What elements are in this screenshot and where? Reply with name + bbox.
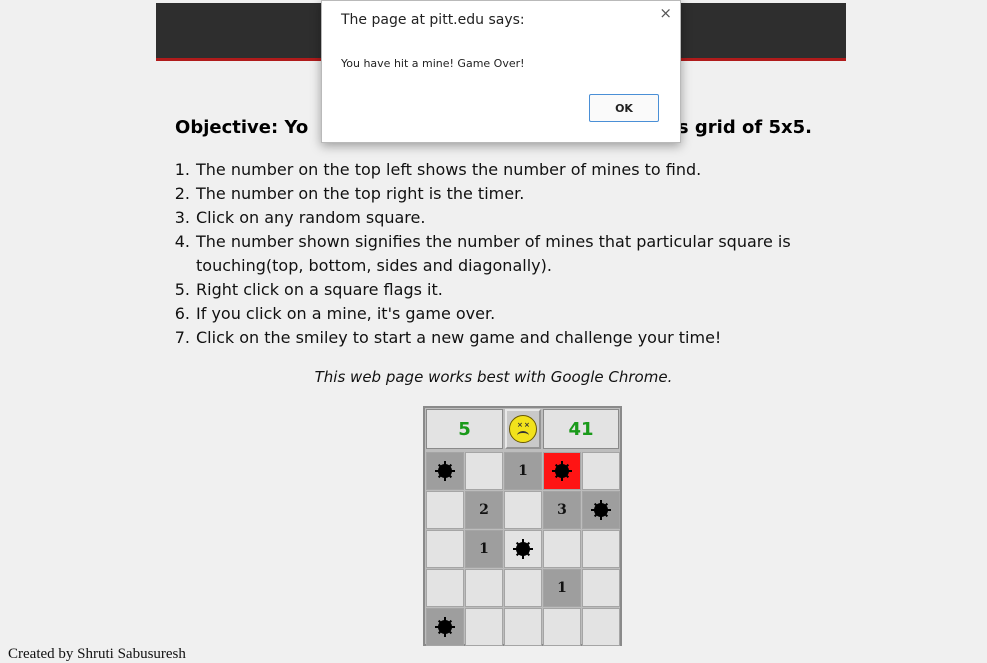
mines-counter: 5 <box>426 409 503 449</box>
ok-button[interactable]: OK <box>589 94 659 122</box>
dialog-title: The page at pitt.edu says: <box>341 12 525 28</box>
rule-number: 4. <box>174 232 190 251</box>
rule-item: 4. The number shown signifies the number … <box>172 230 812 278</box>
grid-cell-hidden[interactable] <box>543 608 581 646</box>
rule-number: 3. <box>174 208 190 227</box>
rule-item: 5. Right click on a square flags it. <box>172 278 812 302</box>
grid-cell-hidden[interactable] <box>426 569 464 607</box>
close-icon[interactable]: × <box>659 4 672 22</box>
grid-cell-hidden[interactable] <box>426 530 464 568</box>
mine-icon <box>591 502 611 518</box>
grid-cell-hidden[interactable] <box>465 608 503 646</box>
grid-cell-hidden[interactable] <box>582 530 620 568</box>
game-topbar: 5 × × 41 <box>426 409 619 449</box>
cell-number: 1 <box>557 580 567 596</box>
cell-number: 3 <box>557 502 567 518</box>
rule-item: 6. If you click on a mine, it's game over… <box>172 302 812 326</box>
browser-note: This web page works best with Google Chr… <box>314 368 673 386</box>
dead-smiley-icon: × × <box>509 415 537 443</box>
minesweeper-board: 5 × × 41 1 2 3 1 1 <box>423 406 622 646</box>
mine-icon <box>435 463 455 479</box>
grid-cell-hidden[interactable] <box>504 569 542 607</box>
cell-number: 1 <box>479 541 489 557</box>
grid-cell-hidden[interactable] <box>582 569 620 607</box>
grid-cell-hidden[interactable] <box>582 452 620 490</box>
rule-number: 1. <box>174 160 190 179</box>
rule-text: The number on the top right is the timer… <box>196 184 525 203</box>
rule-text: The number shown signifies the number of… <box>196 232 791 275</box>
cell-number: 1 <box>518 463 528 479</box>
rule-number: 6. <box>174 304 190 323</box>
rule-number: 5. <box>174 280 190 299</box>
grid-cell-hidden[interactable] <box>504 491 542 529</box>
grid-cell-number[interactable]: 1 <box>465 530 503 568</box>
grid-cell-hidden[interactable] <box>465 452 503 490</box>
grid-cell-exploded-mine[interactable] <box>543 452 581 490</box>
rule-text: If you click on a mine, it's game over. <box>196 304 496 323</box>
rule-text: Click on any random square. <box>196 208 426 227</box>
grid-cell-mine[interactable] <box>426 608 464 646</box>
timer: 41 <box>543 409 619 449</box>
rule-item: 2. The number on the top right is the tim… <box>172 182 812 206</box>
rule-item: 7. Click on the smiley to start a new gam… <box>172 326 812 350</box>
grid-cell-number[interactable]: 3 <box>543 491 581 529</box>
rule-text: Click on the smiley to start a new game … <box>196 328 722 347</box>
new-game-smiley-button[interactable]: × × <box>505 409 541 449</box>
grid-cell-number[interactable]: 1 <box>543 569 581 607</box>
mine-icon <box>513 541 533 557</box>
grid-cell-hidden[interactable] <box>504 608 542 646</box>
grid-cell-mine[interactable] <box>504 530 542 568</box>
rule-item: 1. The number on the top left shows the n… <box>172 158 812 182</box>
mine-icon <box>435 619 455 635</box>
rule-text: The number on the top left shows the num… <box>196 160 702 179</box>
dialog-message: You have hit a mine! Game Over! <box>341 57 525 70</box>
rule-number: 2. <box>174 184 190 203</box>
rule-number: 7. <box>174 328 190 347</box>
footer-credit: Created by Shruti Sabusuresh <box>8 646 186 662</box>
grid-cell-number[interactable]: 2 <box>465 491 503 529</box>
mine-grid: 1 2 3 1 1 <box>426 452 620 646</box>
alert-dialog: The page at pitt.edu says: × You have hi… <box>321 0 681 143</box>
grid-cell-hidden[interactable] <box>465 569 503 607</box>
rule-item: 3. Click on any random square. <box>172 206 812 230</box>
grid-cell-mine[interactable] <box>426 452 464 490</box>
rules-list: 1. The number on the top left shows the n… <box>172 158 812 350</box>
cell-number: 2 <box>479 502 489 518</box>
grid-cell-hidden[interactable] <box>582 608 620 646</box>
grid-cell-hidden[interactable] <box>543 530 581 568</box>
mine-icon <box>552 463 572 479</box>
grid-cell-hidden[interactable] <box>426 491 464 529</box>
grid-cell-mine[interactable] <box>582 491 620 529</box>
rule-text: Right click on a square flags it. <box>196 280 443 299</box>
grid-cell-number[interactable]: 1 <box>504 452 542 490</box>
